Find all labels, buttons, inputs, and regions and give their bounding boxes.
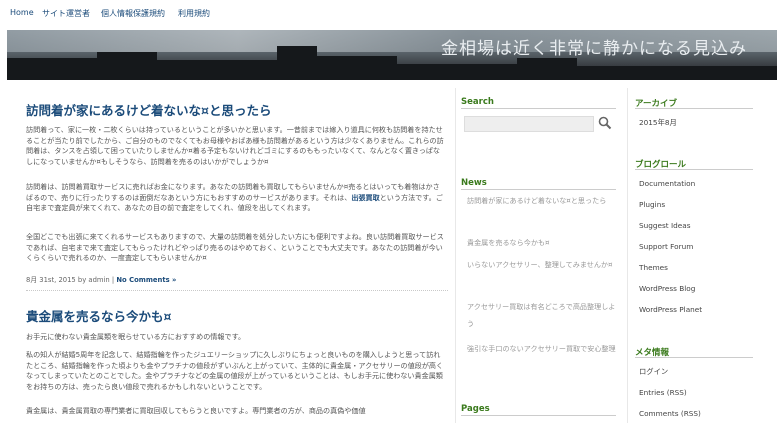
- post-paragraph: 貴金属は、貴金属買取の専門業者に買取回収してもらうと良いですよ。専門業者の方が、…: [26, 406, 366, 415]
- widget-underline: [635, 169, 753, 170]
- blogroll-item[interactable]: WordPress Blog: [639, 284, 695, 293]
- post-title[interactable]: 貴金属を売るなら今かも¤: [26, 306, 171, 325]
- widget-underline: [635, 108, 753, 109]
- comments-link[interactable]: No Comments »: [116, 276, 176, 284]
- blogroll-item[interactable]: WordPress Planet: [639, 305, 702, 314]
- post-paragraph: 私の知人が結婚5周年を記念して、結婚指輪を作ったジュエリーショップに久しぶりにち…: [26, 350, 444, 392]
- news-item[interactable]: 強引な手口のないアクセサリー買取で安心整理: [467, 340, 617, 357]
- search-button[interactable]: [596, 114, 614, 132]
- widget-underline: [461, 108, 616, 109]
- post-paragraph: お手元に使わない貴金属類を眠らせている方におすすめの情報です。: [26, 332, 246, 341]
- news-item[interactable]: アクセサリー買取は有名どころで高品整理しよう: [467, 298, 617, 332]
- news-item[interactable]: 貴金属を売るなら今かも¤: [467, 234, 617, 251]
- blogroll-item[interactable]: Suggest Ideas: [639, 221, 691, 230]
- meta-item-entries-rss[interactable]: Entries (RSS): [639, 388, 687, 397]
- keyword-link[interactable]: 出張買取: [351, 193, 379, 202]
- news-item[interactable]: 訪問着が家にあるけど着ないな¤と思ったら: [467, 192, 617, 209]
- post-title[interactable]: 訪問着が家にあるけど着ないな¤と思ったら: [26, 100, 271, 119]
- column-divider: [627, 88, 628, 423]
- meta-item-comments-rss[interactable]: Comments (RSS): [639, 409, 701, 418]
- site-title: 金相場は近く非常に静かになる見込み: [441, 39, 747, 59]
- blogroll-item[interactable]: Support Forum: [639, 242, 693, 251]
- post-paragraph: 訪問着って、家に一枚・二枚くらいは持っているということが多いかと思います。一昔前…: [26, 125, 444, 167]
- blogroll-item[interactable]: Documentation: [639, 179, 695, 188]
- post-date-author: 8月 31st, 2015 by admin: [26, 276, 110, 284]
- column-divider: [455, 88, 456, 423]
- nav-privacy-policy-link[interactable]: 個人情報保護規約: [101, 8, 165, 19]
- meta-item-login[interactable]: ログイン: [639, 367, 668, 377]
- news-item[interactable]: いらないアクセサリー、整理してみませんか¤: [467, 256, 617, 273]
- news-widget-title: News: [461, 178, 487, 188]
- nav-terms-link[interactable]: 利用規約: [178, 8, 210, 19]
- pages-widget-title: Pages: [461, 404, 490, 414]
- blogroll-item[interactable]: Themes: [639, 263, 668, 272]
- magnifier-icon: [598, 116, 612, 130]
- search-widget-title: Search: [461, 97, 494, 107]
- nav-site-operator-link[interactable]: サイト運営者: [42, 8, 90, 19]
- header-banner: 金相場は近く非常に静かになる見込み: [7, 30, 777, 80]
- post-divider: [26, 290, 448, 291]
- widget-underline: [635, 357, 753, 358]
- blogroll-item[interactable]: Plugins: [639, 200, 665, 209]
- meta-separator: |: [111, 276, 115, 284]
- post-meta: 8月 31st, 2015 by admin | No Comments »: [26, 274, 176, 284]
- widget-underline: [461, 189, 616, 190]
- nav-home-link[interactable]: Home: [10, 8, 34, 17]
- post-paragraph: 全国どこでも出張に来てくれるサービスもありますので、大量の訪問着を処分したい方に…: [26, 232, 444, 263]
- top-navigation: Home サイト運営者 個人情報保護規約 利用規約: [0, 0, 777, 30]
- archive-item[interactable]: 2015年8月: [639, 118, 677, 128]
- widget-underline: [461, 415, 616, 416]
- search-input[interactable]: [464, 116, 594, 132]
- post-paragraph: 訪問着は、訪問着買取サービスに売ればお金になります。あなたの訪問着も買取してもら…: [26, 182, 444, 214]
